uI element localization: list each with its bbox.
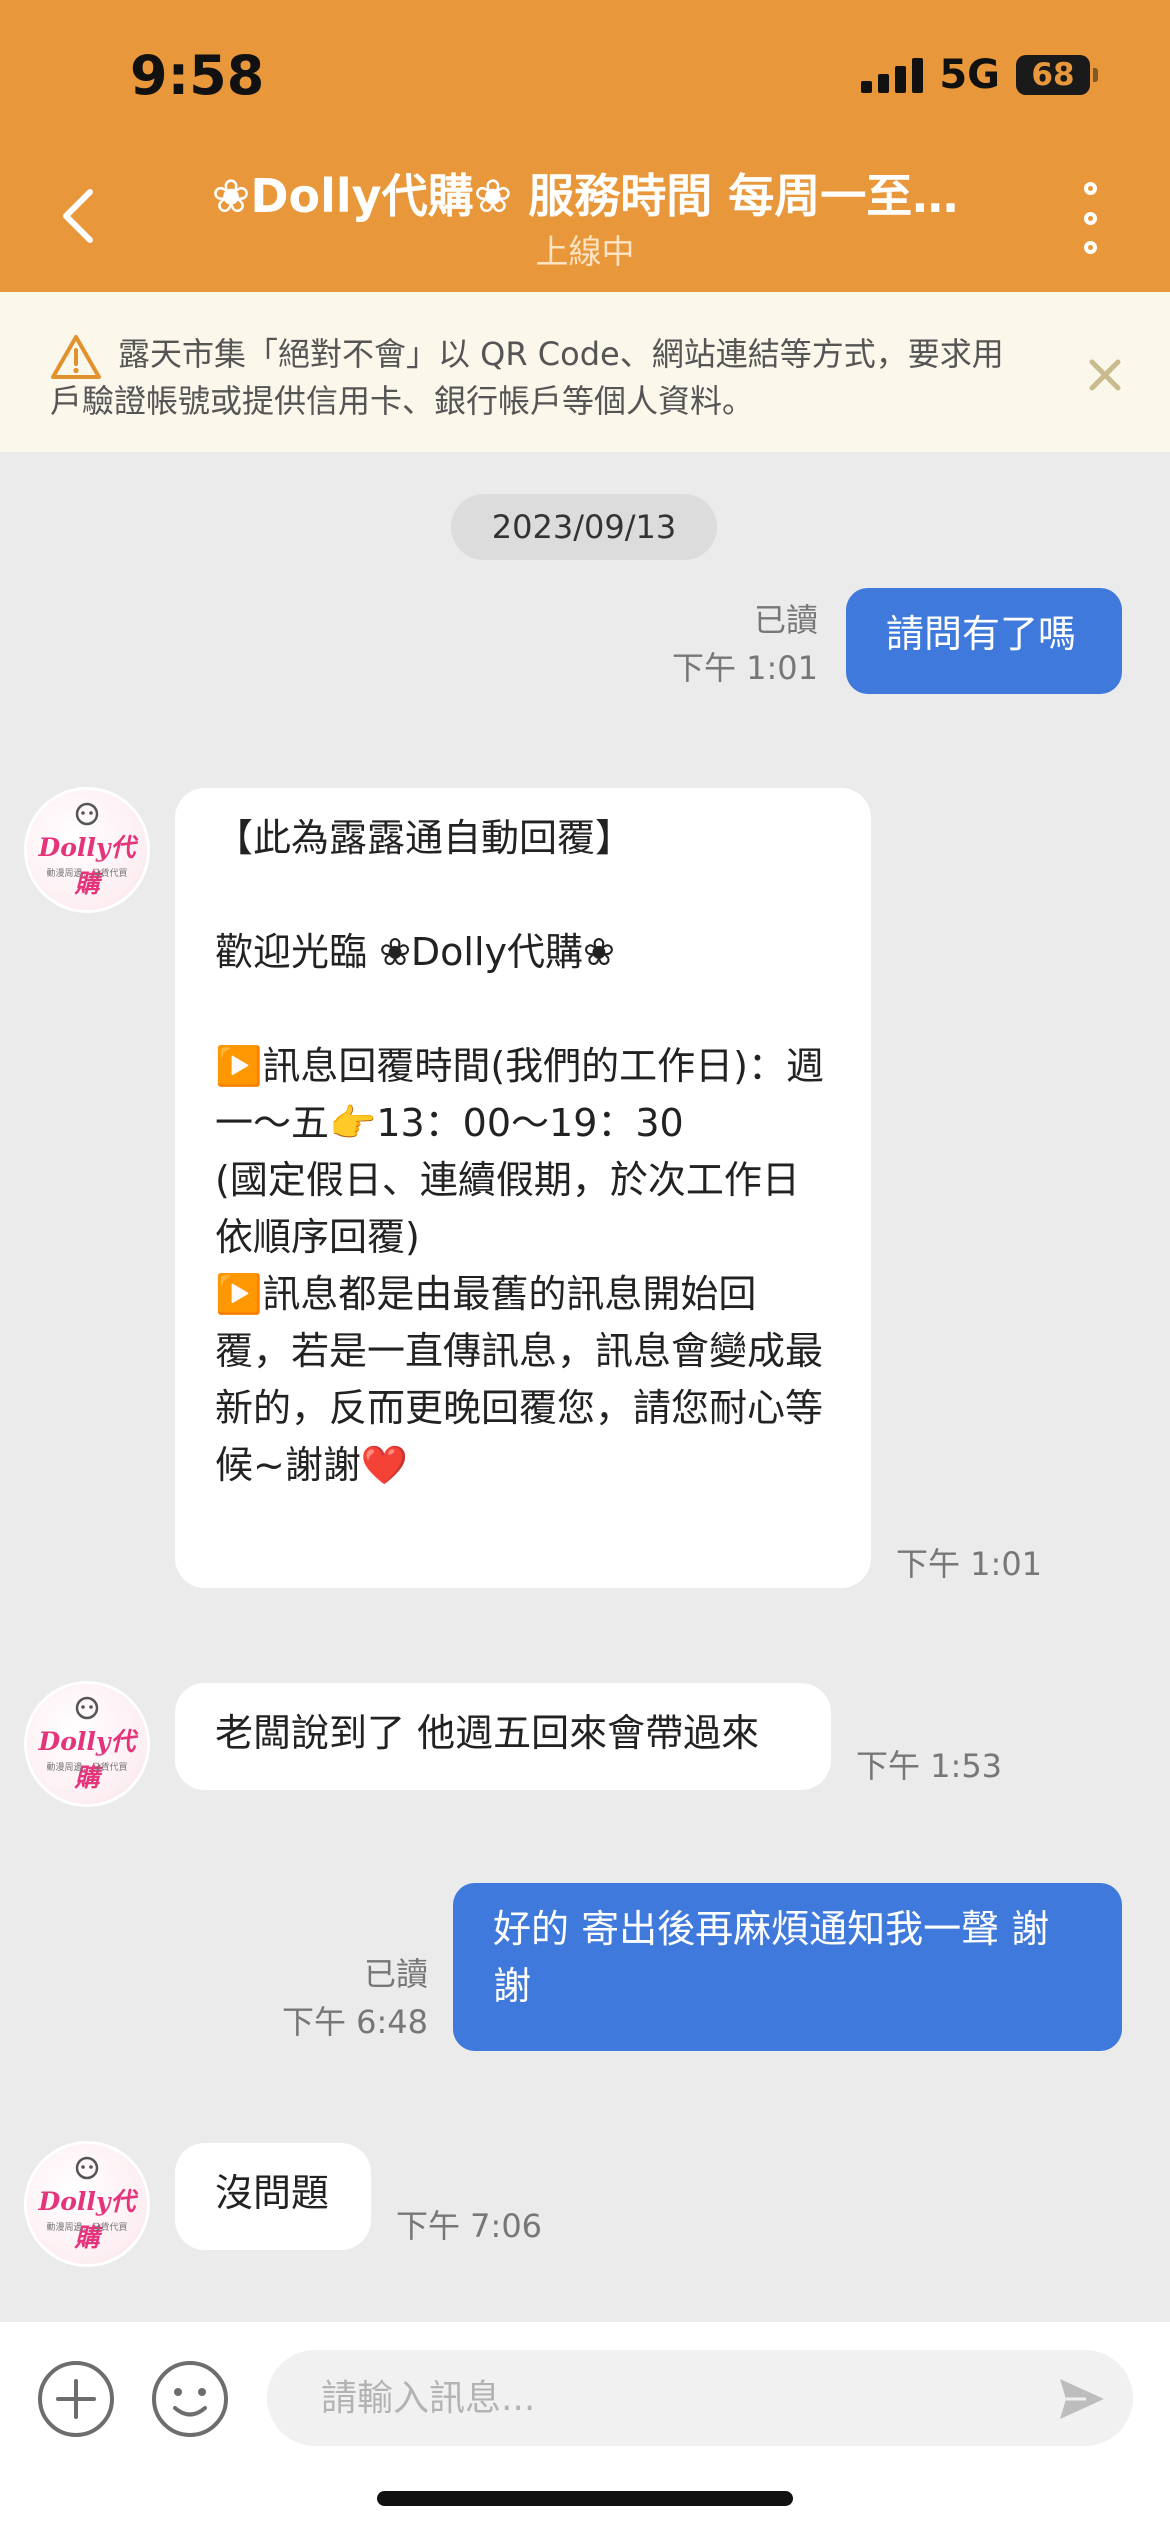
message-time: 下午 6:48 — [281, 2003, 428, 2041]
send-button[interactable] — [1056, 2373, 1108, 2425]
message-text: 老闆說到了 他週五回來會帶過來 — [215, 1711, 760, 1755]
message-bubble-sent[interactable]: 好的 寄出後再麻煩通知我一聲 謝謝 — [453, 1883, 1122, 2051]
back-button[interactable] — [52, 180, 104, 252]
date-separator: 2023/09/13 — [451, 494, 717, 560]
status-indicators: 5G 68 — [861, 52, 1098, 98]
status-time: 9:58 — [130, 44, 265, 107]
message-text: 好的 寄出後再麻煩通知我一聲 謝謝 — [493, 1907, 1050, 2008]
signal-icon — [861, 57, 924, 93]
message-text: 請問有了嗎 — [886, 612, 1077, 656]
message-bubble-sent[interactable]: 請問有了嗎 — [846, 588, 1122, 694]
message-meta: 已讀 下午 6:48 — [228, 1950, 428, 2046]
message-time: 下午 1:01 — [671, 649, 818, 687]
close-warning-button[interactable] — [1080, 350, 1130, 400]
battery-icon: 68 — [1016, 55, 1098, 95]
smiley-icon — [152, 2361, 228, 2437]
message-time: 下午 1:53 — [856, 1747, 1003, 1785]
chat-title: ❀Dolly代購❀ 服務時間 每周一至… — [211, 169, 959, 223]
network-type: 5G — [939, 52, 1000, 98]
chevron-left-icon — [63, 189, 93, 243]
message-bubble-received[interactable]: 沒問題 — [175, 2143, 371, 2250]
message-time: 下午 1:01 — [896, 1545, 1043, 1583]
message-text: 【此為露露通自動回覆】 歡迎光臨 ❀Dolly代購❀ ▶️訊息回覆時間(我們的工… — [215, 816, 824, 1487]
message-bubble-received[interactable]: 【此為露露通自動回覆】 歡迎光臨 ❀Dolly代購❀ ▶️訊息回覆時間(我們的工… — [175, 788, 871, 1588]
add-attachment-button[interactable] — [36, 2359, 116, 2439]
avatar[interactable]: Dolly代購 動漫周邊．日貨代買 — [27, 1684, 147, 1804]
plus-circle-icon — [38, 2361, 114, 2437]
chat-header: 9:58 5G 68 ❀Dolly代購❀ 服務時間 每周一至… 上線中 — [0, 0, 1170, 292]
message-meta: 已讀 下午 1:01 — [638, 596, 818, 692]
online-status: 上線中 — [535, 232, 635, 271]
message-time: 下午 7:06 — [396, 2207, 543, 2245]
close-icon — [1089, 359, 1121, 391]
home-indicator — [377, 2491, 793, 2506]
avatar[interactable]: Dolly代購 動漫周邊．日貨代買 — [27, 2144, 147, 2264]
warning-text: 露天市集「絕對不會」以 QR Code、網站連結等方式，要求用戶驗證帳號或提供信… — [50, 335, 1004, 420]
avatar[interactable]: Dolly代購 動漫周邊．日貨代買 — [27, 790, 147, 910]
read-receipt: 已讀 — [753, 601, 818, 639]
message-text: 沒問題 — [215, 2171, 330, 2215]
send-icon — [1060, 2379, 1104, 2419]
message-bubble-received[interactable]: 老闆說到了 他週五回來會帶過來 — [175, 1683, 831, 1790]
read-receipt: 已讀 — [363, 1955, 428, 1993]
more-menu-button[interactable] — [1070, 178, 1110, 258]
message-input[interactable] — [267, 2350, 1133, 2446]
emoji-button[interactable] — [150, 2359, 230, 2439]
